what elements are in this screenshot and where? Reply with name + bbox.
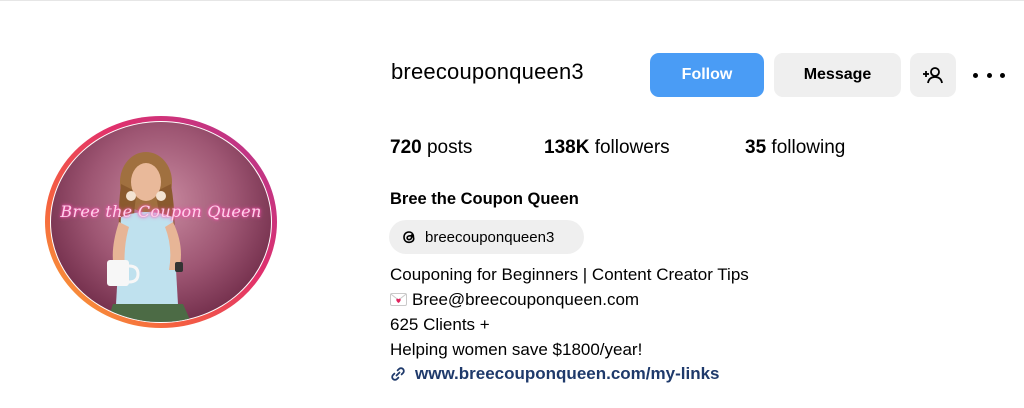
followers-label: followers [594, 137, 670, 158]
add-user-icon [923, 67, 943, 84]
top-divider [0, 0, 1024, 1]
follow-button[interactable]: Follow [650, 53, 764, 97]
avatar-script-text: Bree the Coupon Queen [60, 202, 262, 221]
more-dot [986, 72, 992, 78]
followers-number: 138K [544, 137, 590, 158]
love-letter-icon [390, 291, 407, 311]
more-dot [1000, 72, 1005, 78]
following-number: 35 [745, 137, 767, 158]
bio-line: Couponing for Beginners | Content Creato… [390, 265, 749, 284]
posts-number: 720 [390, 137, 422, 158]
bio-line: Helping women save $1800/year! [390, 340, 643, 359]
profile-link-text: www.breecouponqueen.com/my-links [415, 364, 720, 383]
threads-badge[interactable]: breecouponqueen3 [389, 220, 584, 254]
suggest-users-button[interactable] [910, 53, 956, 97]
bio-line: 625 Clients + [390, 315, 490, 334]
threads-icon [399, 227, 419, 247]
avatar-story-ring[interactable]: Bree the Coupon Queen [45, 116, 277, 328]
bio-email[interactable]: Bree@breecouponqueen.com [412, 290, 639, 309]
profile-full-name: Bree the Coupon Queen [390, 190, 579, 208]
following-label: following [771, 137, 846, 158]
followers-count[interactable]: 138K followers [544, 137, 670, 159]
following-count[interactable]: 35 following [745, 137, 845, 159]
bio-email-line: Bree@breecouponqueen.com [390, 290, 639, 311]
avatar-photo [107, 152, 191, 322]
more-dot [973, 72, 978, 78]
link-icon [390, 366, 406, 382]
profile-link[interactable]: www.breecouponqueen.com/my-links [390, 364, 719, 384]
posts-label: posts [426, 137, 473, 158]
more-options-icon[interactable] [973, 63, 1005, 87]
profile-username[interactable]: breecouponqueen3 [391, 59, 584, 85]
threads-handle: breecouponqueen3 [425, 228, 555, 246]
message-button[interactable]: Message [774, 53, 901, 97]
avatar[interactable]: Bree the Coupon Queen [51, 122, 271, 322]
posts-count: 720 posts [390, 137, 472, 159]
